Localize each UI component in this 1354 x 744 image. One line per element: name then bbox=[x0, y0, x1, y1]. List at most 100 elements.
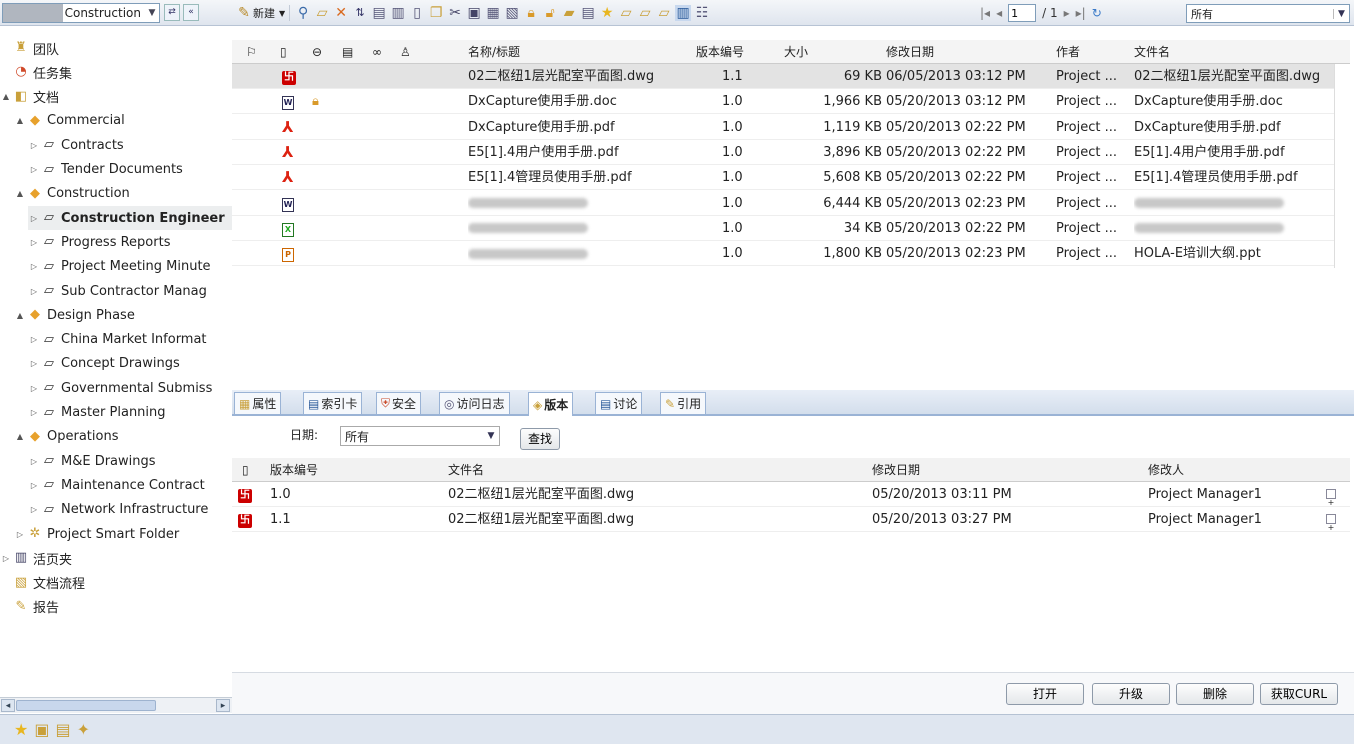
table-row[interactable]: P 1.0 1,800 KB 05/20/2013 02:23 PM Project .… bbox=[232, 241, 1334, 267]
export-icon[interactable]: ▧ bbox=[504, 5, 520, 21]
scroll-left-icon[interactable]: ◂ bbox=[1, 699, 15, 712]
link-column-icon[interactable]: ∞ bbox=[372, 40, 382, 64]
col-size[interactable]: 大小 bbox=[784, 40, 808, 64]
tree-node[interactable]: ▷ ▱ Concept Drawings bbox=[28, 352, 232, 376]
table-row[interactable]: 卐 02二枢纽1层光配室平面图.dwg 1.1 69 KB 06/05/2013 03:… bbox=[232, 64, 1334, 89]
tree-node[interactable]: ▲ ◧ 文档 bbox=[0, 85, 232, 109]
tab-properties[interactable]: ▦ 属性 bbox=[234, 392, 282, 414]
filter-select[interactable]: 所有 ▼ bbox=[1186, 4, 1350, 23]
scrollbar-thumb[interactable] bbox=[16, 700, 156, 711]
sort-icon[interactable]: ⇅ bbox=[352, 5, 368, 21]
expand-arrow-icon[interactable]: ▷ bbox=[28, 238, 40, 247]
lock-icon[interactable]: 🔒︎ bbox=[523, 5, 539, 21]
tree-node[interactable]: ✎ 报告 bbox=[0, 595, 232, 619]
folder-share-icon[interactable]: ▱ bbox=[637, 5, 653, 21]
subscriptions-icon[interactable]: ✦ bbox=[77, 720, 90, 739]
scroll-right-icon[interactable]: ▸ bbox=[216, 699, 230, 712]
col-version-filename[interactable]: 文件名 bbox=[448, 458, 484, 482]
tree-node[interactable]: ▷ ✲ Project Smart Folder bbox=[14, 522, 232, 546]
tree-node[interactable]: ▲ ◆ Operations bbox=[14, 425, 232, 449]
expand-arrow-icon[interactable]: ▷ bbox=[28, 505, 40, 514]
expand-arrow-icon[interactable]: ▷ bbox=[28, 481, 40, 490]
expand-arrow-icon[interactable]: ▲ bbox=[14, 189, 26, 198]
search-icon[interactable]: ⚲ bbox=[295, 5, 311, 21]
col-version[interactable]: 版本编号 bbox=[696, 40, 744, 64]
recent-docs-icon[interactable]: ▣ bbox=[34, 720, 49, 739]
tree-node[interactable]: ▷ ▱ Progress Reports bbox=[28, 230, 232, 254]
star-favorite-icon[interactable]: ★ bbox=[599, 5, 615, 21]
checked-out-icon[interactable]: ▤ bbox=[55, 720, 70, 739]
move-folder-icon[interactable]: ▰ bbox=[561, 5, 577, 21]
refresh-tree-button[interactable]: ⇄ bbox=[164, 4, 180, 21]
comment-column-icon[interactable]: ▤ bbox=[342, 40, 353, 64]
table-row[interactable]: W 1.0 6,444 KB 05/20/2013 02:23 PM Project .… bbox=[232, 191, 1334, 216]
first-page-icon[interactable]: |◂ bbox=[980, 6, 990, 20]
lock-column-icon[interactable]: ⊖ bbox=[312, 40, 322, 64]
expand-arrow-icon[interactable]: ▷ bbox=[28, 141, 40, 150]
tree-node[interactable]: ▷ ▱ Sub Contractor Manag bbox=[28, 279, 232, 303]
col-modified[interactable]: 修改日期 bbox=[886, 40, 934, 64]
collapse-tree-button[interactable]: « bbox=[183, 4, 199, 21]
tree-node[interactable]: ▷ ▱ Contracts bbox=[28, 133, 232, 157]
list-view-icon[interactable]: ☷ bbox=[694, 5, 710, 21]
open-folder-icon[interactable]: ▱ bbox=[314, 5, 330, 21]
tree-node[interactable]: ▲ ◆ Construction bbox=[14, 182, 232, 206]
expand-arrow-icon[interactable]: ▷ bbox=[28, 384, 40, 393]
document-icon[interactable]: ▯ bbox=[409, 5, 425, 21]
get-curl-button[interactable]: 获取CURL bbox=[1260, 683, 1338, 705]
col-version-modified[interactable]: 修改日期 bbox=[872, 458, 920, 482]
tree-horizontal-scrollbar[interactable]: ◂ ▸ bbox=[0, 697, 232, 713]
table-row[interactable]: ⅄ DxCapture使用手册.pdf 1.0 1,119 KB 05/20/2013 … bbox=[232, 115, 1334, 140]
favorites-icon[interactable]: ★ bbox=[14, 720, 28, 739]
folder-link-icon[interactable]: ▱ bbox=[656, 5, 672, 21]
version-row[interactable]: 卐 1.0 02二枢纽1层光配室平面图.dwg 05/20/2013 03:11 PM… bbox=[232, 482, 1350, 507]
tree-node[interactable]: ▲ ◆ Design Phase bbox=[14, 303, 232, 327]
page-input[interactable] bbox=[1008, 4, 1037, 22]
search-button[interactable]: 查找 bbox=[520, 428, 560, 450]
next-page-icon[interactable]: ▸ bbox=[1064, 6, 1070, 20]
tree-node[interactable]: ▷ ▱ Network Infrastructure bbox=[28, 498, 232, 522]
tab-version[interactable]: ◈ 版本 bbox=[528, 392, 574, 416]
flag-icon[interactable]: ⚐ bbox=[246, 40, 257, 64]
workspace-select[interactable]: Construction ▼ bbox=[2, 3, 160, 23]
cut-delete-icon[interactable]: ✕ bbox=[333, 5, 349, 21]
expand-arrow-icon[interactable]: ▷ bbox=[28, 214, 40, 223]
tree-node[interactable]: ▧ 文档流程 bbox=[0, 571, 232, 595]
preview-pane-icon[interactable]: ▥ bbox=[675, 5, 692, 21]
checkout-icon[interactable]: ▥ bbox=[390, 5, 406, 21]
col-author[interactable]: 作者 bbox=[1056, 40, 1080, 64]
refresh-icon[interactable]: ↻ bbox=[1092, 6, 1102, 20]
scissors-icon[interactable]: ✂ bbox=[447, 5, 463, 21]
new-button[interactable]: ✎ 新建 ▼ bbox=[236, 5, 291, 21]
paste-icon[interactable]: ▣ bbox=[466, 5, 482, 21]
expand-arrow-icon[interactable]: ▷ bbox=[28, 335, 40, 344]
expand-arrow-icon[interactable]: ▷ bbox=[28, 408, 40, 417]
properties-icon[interactable]: ▤ bbox=[580, 5, 596, 21]
expand-arrow-icon[interactable]: ▷ bbox=[28, 262, 40, 271]
copy-icon[interactable]: ❐ bbox=[428, 5, 444, 21]
table-row[interactable]: X 1.0 34 KB 05/20/2013 02:22 PM Project ... bbox=[232, 216, 1334, 241]
tree-node[interactable]: ♜ 团队 bbox=[0, 36, 232, 60]
tree-node[interactable]: ▲ ◆ Commercial bbox=[14, 109, 232, 133]
expand-arrow-icon[interactable]: ▲ bbox=[14, 116, 26, 125]
import-icon[interactable]: ▦ bbox=[485, 5, 501, 21]
checkin-icon[interactable]: ▤ bbox=[371, 5, 387, 21]
expand-arrow-icon[interactable]: ▷ bbox=[28, 359, 40, 368]
expand-plus-icon[interactable]: + bbox=[1326, 514, 1336, 532]
expand-arrow-icon[interactable]: ▲ bbox=[14, 311, 26, 320]
tree-node[interactable]: ▷ ▱ Project Meeting Minute bbox=[28, 255, 232, 279]
grid-vertical-scrollbar[interactable] bbox=[1334, 64, 1350, 268]
tree-node[interactable]: ▷ ▥ 活页夹 bbox=[0, 546, 232, 570]
col-version-number[interactable]: 版本编号 bbox=[270, 458, 318, 482]
tree-node[interactable]: ◔ 任务集 bbox=[0, 60, 232, 84]
prev-page-icon[interactable]: ◂ bbox=[996, 6, 1002, 20]
file-type-icon[interactable]: ▯ bbox=[280, 40, 287, 64]
tab-security[interactable]: ⛨ 安全 bbox=[376, 392, 422, 414]
tree-node[interactable]: ▷ ▱ M&E Drawings bbox=[28, 449, 232, 473]
last-page-icon[interactable]: ▸| bbox=[1076, 6, 1086, 20]
expand-arrow-icon[interactable]: ▷ bbox=[28, 457, 40, 466]
expand-arrow-icon[interactable]: ▷ bbox=[28, 165, 40, 174]
delete-button[interactable]: 删除 bbox=[1176, 683, 1254, 705]
upgrade-button[interactable]: 升级 bbox=[1092, 683, 1170, 705]
expand-arrow-icon[interactable]: ▲ bbox=[14, 432, 26, 441]
